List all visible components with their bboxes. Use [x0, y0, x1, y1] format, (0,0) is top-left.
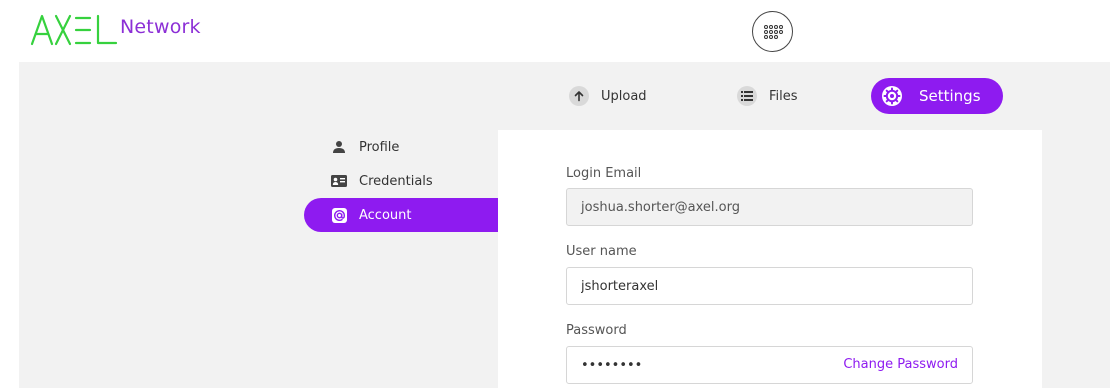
tab-settings-label: Settings: [919, 87, 981, 105]
password-masked-value: ••••••••: [581, 357, 643, 373]
password-field[interactable]: •••••••• Change Password: [566, 346, 973, 384]
at-sign-icon: [331, 207, 347, 223]
axel-logo-mark: [30, 14, 118, 46]
tab-files-label: Files: [769, 88, 798, 104]
top-bar: Network: [0, 0, 1110, 62]
sidebar-item-label: Account: [359, 207, 412, 223]
sidebar-item-label: Profile: [359, 139, 400, 155]
axel-network-logo[interactable]: Network: [30, 12, 201, 46]
gear-icon: [881, 85, 903, 107]
settings-side-nav: Profile Credentials Account: [304, 130, 498, 232]
tab-upload[interactable]: Upload: [569, 78, 647, 114]
network-label: Network: [120, 16, 201, 38]
id-card-icon: [331, 173, 347, 189]
grid-dots-icon: [763, 24, 783, 39]
sidebar-item-profile[interactable]: Profile: [304, 130, 498, 164]
password-label: Password: [566, 323, 627, 338]
login-email-field: joshua.shorter@axel.org: [566, 188, 973, 226]
username-field[interactable]: [566, 267, 973, 305]
username-input[interactable]: [581, 278, 972, 294]
main-tabs: Upload Files Settings: [0, 78, 1110, 114]
person-icon: [331, 139, 347, 155]
sidebar-item-credentials[interactable]: Credentials: [304, 164, 498, 198]
change-password-link[interactable]: Change Password: [843, 357, 958, 372]
account-settings-panel: Login Email joshua.shorter@axel.org User…: [498, 130, 1042, 388]
list-icon: [737, 86, 757, 106]
tab-files[interactable]: Files: [737, 78, 798, 114]
login-email-label: Login Email: [566, 166, 642, 181]
login-email-value: joshua.shorter@axel.org: [581, 199, 740, 215]
username-label: User name: [566, 244, 637, 259]
tab-settings[interactable]: Settings: [871, 78, 1003, 114]
apps-menu-button[interactable]: [752, 11, 793, 52]
tab-upload-label: Upload: [601, 88, 647, 104]
arrow-up-icon: [569, 86, 589, 106]
sidebar-item-label: Credentials: [359, 173, 433, 189]
sidebar-item-account[interactable]: Account: [304, 198, 498, 232]
